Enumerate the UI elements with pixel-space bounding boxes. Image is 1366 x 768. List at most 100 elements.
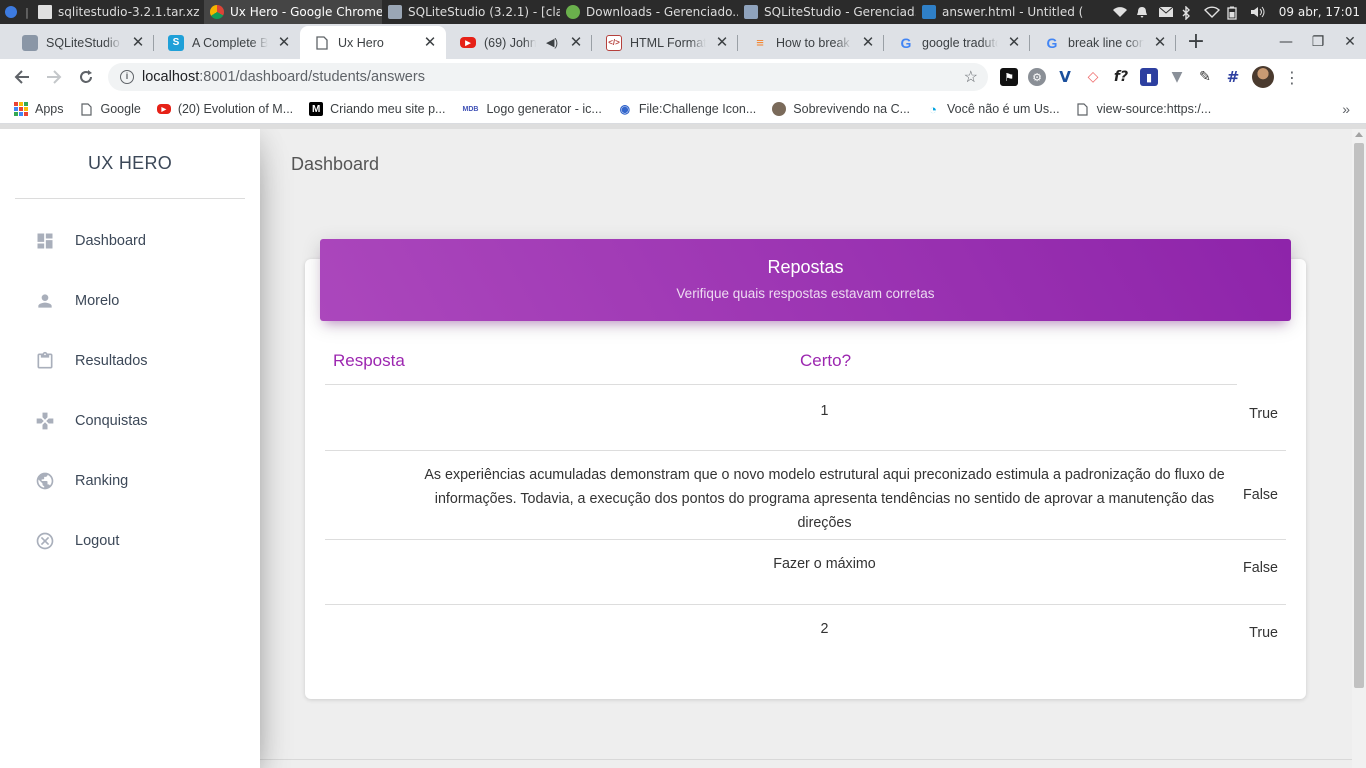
folder-icon (744, 5, 758, 19)
taskbar-item-vscode[interactable]: answer.html - Untitled (... (916, 0, 1084, 24)
os-taskbar: | sqlitestudio-3.2.1.tar.xz Ux Hero - Go… (0, 0, 1366, 24)
clock[interactable]: 09 abr, 17:01 (1273, 5, 1360, 19)
bookmark-google[interactable]: Google (80, 102, 141, 116)
bookmark-sobrevivendo[interactable]: Sobrevivendo na C... (772, 102, 910, 116)
bookmarks-bar: Apps Google ▶ (20) Evolution of M... M C… (0, 95, 1366, 124)
tab-google-tradutor[interactable]: G google traduto ✕ (884, 26, 1030, 59)
scroll-up-icon[interactable] (1355, 132, 1363, 137)
dashboard-icon (35, 231, 55, 251)
close-icon[interactable]: ✕ (714, 34, 730, 51)
extension-eyedropper-icon[interactable]: ✎ (1196, 68, 1214, 86)
taskbar-item-folder[interactable]: SQLiteStudio - Gerenciad... (738, 0, 916, 24)
mail-icon[interactable] (1158, 6, 1174, 18)
tab-youtube[interactable]: ▶ (69) John N ◀) ✕ (446, 26, 592, 59)
close-icon[interactable]: ✕ (568, 34, 584, 51)
sidebar-item-label: Ranking (75, 473, 129, 489)
minimize-button[interactable]: — (1270, 27, 1302, 57)
close-icon[interactable]: ✕ (1152, 34, 1168, 51)
window-controls: — ❐ ✕ (1270, 24, 1366, 59)
sidebar-item-ranking[interactable]: Ranking (0, 451, 260, 511)
tab-html-formatter[interactable]: </> HTML Formatt ✕ (592, 26, 738, 59)
extension-diamond-icon[interactable]: ◇ (1084, 68, 1102, 86)
volume-icon[interactable] (1250, 6, 1265, 18)
card-header: Repostas Verifique quais respostas estav… (320, 239, 1291, 321)
battery-icon[interactable] (1227, 6, 1241, 20)
forward-button[interactable] (40, 63, 68, 91)
column-header-certo: Certo? (800, 351, 852, 370)
extension-grid-icon[interactable]: # (1224, 68, 1242, 86)
extension-vue-icon[interactable]: ▼ (1168, 68, 1186, 86)
bluetooth-icon[interactable] (1181, 5, 1195, 21)
extension-flag-icon[interactable]: ⚑ (1000, 68, 1018, 86)
table-header: Resposta Certo? (325, 339, 1237, 385)
tab-complete-beginner[interactable]: S A Complete Be ✕ (154, 26, 300, 59)
extension-function-icon[interactable]: f? (1112, 68, 1130, 86)
bookmark-logo-generator[interactable]: MDB Logo generator - ic... (461, 102, 602, 116)
close-icon[interactable]: ✕ (130, 34, 146, 51)
bookmark-evolution[interactable]: ▶ (20) Evolution of M... (156, 102, 293, 116)
address-bar[interactable]: i localhost:8001/dashboard/students/answ… (108, 63, 988, 91)
sidebar-nav: Dashboard Morelo Resultados Conquistas R… (0, 211, 260, 571)
bookmark-challenge-icon[interactable]: ◉ File:Challenge Icon... (618, 102, 757, 116)
close-icon[interactable]: ✕ (1006, 34, 1022, 51)
bookmark-criando-site[interactable]: M Criando meu site p... (309, 102, 445, 116)
brand-logo[interactable]: UX HERO (15, 129, 245, 199)
close-window-button[interactable]: ✕ (1334, 27, 1366, 57)
extension-grammar-icon[interactable]: ⚙ (1028, 68, 1046, 86)
browser-tab-strip: SQLiteStudio - ✕ S A Complete Be ✕ Ux He… (0, 24, 1366, 59)
info-icon[interactable]: i (120, 70, 134, 84)
profile-avatar[interactable] (1252, 66, 1274, 88)
network-icon[interactable] (1203, 6, 1220, 18)
taskbar-item-chrome[interactable]: Ux Hero - Google Chrome (204, 0, 382, 24)
bookmark-apps[interactable]: Apps (14, 102, 64, 116)
sidebar-item-conquistas[interactable]: Conquistas (0, 391, 260, 451)
os-menu-icon[interactable] (0, 0, 22, 24)
extension-v-icon[interactable]: V (1056, 68, 1074, 86)
scrollbar-thumb[interactable] (1354, 143, 1364, 688)
sidebar-item-logout[interactable]: Logout (0, 511, 260, 571)
chrome-menu-icon[interactable]: ⋮ (1280, 68, 1304, 87)
tab-sqlitestudio[interactable]: SQLiteStudio - ✕ (8, 26, 154, 59)
google-icon: G (900, 34, 912, 51)
bookmarks-overflow-icon[interactable]: » (1342, 101, 1350, 117)
tab-stackoverflow[interactable]: ≡ How to break a ✕ (738, 26, 884, 59)
close-icon[interactable]: ✕ (860, 34, 876, 51)
correct-cell: True (1249, 406, 1278, 422)
answer-cell: 1 (820, 403, 829, 419)
page-icon (1076, 102, 1090, 116)
sidebar-item-resultados[interactable]: Resultados (0, 331, 260, 391)
sidebar-item-morelo[interactable]: Morelo (0, 271, 260, 331)
formatter-icon: </> (606, 34, 622, 51)
close-icon[interactable]: ✕ (422, 34, 438, 51)
gamepad-icon (35, 411, 55, 431)
table-row: 2 True (325, 605, 1286, 665)
bookmark-star-icon[interactable]: ☆ (964, 67, 978, 87)
google-icon: G (1046, 34, 1058, 51)
card-title: Repostas (767, 257, 844, 277)
table-row: Fazer o máximo False (325, 540, 1286, 605)
bookmark-view-source[interactable]: view-source:https:/... (1076, 102, 1211, 116)
speaker-icon[interactable]: ◀) (544, 35, 560, 51)
sidebar-item-label: Morelo (75, 293, 120, 309)
tab-break-line[interactable]: G break line cont ✕ (1030, 26, 1176, 59)
wifi-icon[interactable] (1112, 6, 1127, 18)
close-icon[interactable]: ✕ (276, 34, 292, 51)
reload-button[interactable] (72, 63, 100, 91)
tab-ux-hero[interactable]: Ux Hero ✕ (300, 26, 446, 59)
bookmark-voce-nao[interactable]: ◔ Você não é um Us... (926, 102, 1060, 117)
taskbar-item-downloads[interactable]: Downloads - Gerenciado... (560, 0, 738, 24)
taskbar-item-sqlitestudio[interactable]: SQLiteStudio (3.2.1) - [cla... (382, 0, 560, 24)
notification-bell-icon[interactable] (1135, 6, 1149, 18)
extensions-area: ⚑ ⚙ V ◇ f? ▮ ▼ ✎ # (1000, 68, 1242, 86)
restore-button[interactable]: ❐ (1302, 27, 1334, 57)
new-tab-button[interactable]: + (1182, 29, 1210, 57)
stackoverflow-icon: ≡ (756, 35, 764, 50)
taskbar-item-archive[interactable]: sqlitestudio-3.2.1.tar.xz (32, 0, 204, 24)
sidebar-item-dashboard[interactable]: Dashboard (0, 211, 260, 271)
back-button[interactable] (8, 63, 36, 91)
extension-ruler-icon[interactable]: ▮ (1140, 68, 1158, 86)
page-title[interactable]: Dashboard (291, 154, 379, 175)
page-scrollbar[interactable] (1352, 129, 1366, 768)
url-host: localhost (142, 69, 200, 85)
sidebar-item-label: Dashboard (75, 233, 146, 249)
